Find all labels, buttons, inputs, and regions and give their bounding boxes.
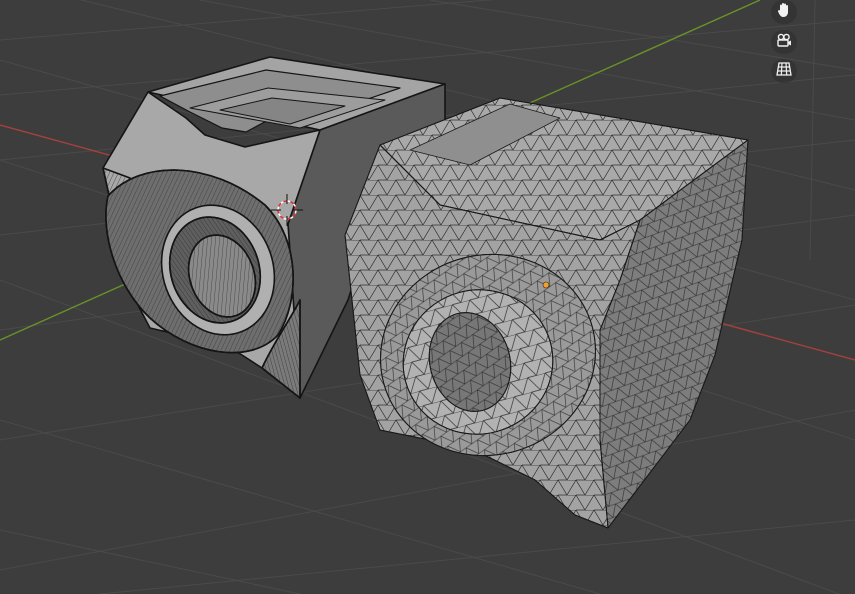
toggle-camera-view-button[interactable] <box>771 30 797 54</box>
3d-viewport[interactable] <box>0 0 855 594</box>
pan-view-button[interactable] <box>771 0 797 24</box>
camera-icon <box>775 31 793 53</box>
toggle-orthographic-button[interactable] <box>771 59 797 83</box>
grid-icon <box>775 60 793 82</box>
hand-icon <box>775 1 793 23</box>
object-origin-dot[interactable] <box>542 281 550 289</box>
